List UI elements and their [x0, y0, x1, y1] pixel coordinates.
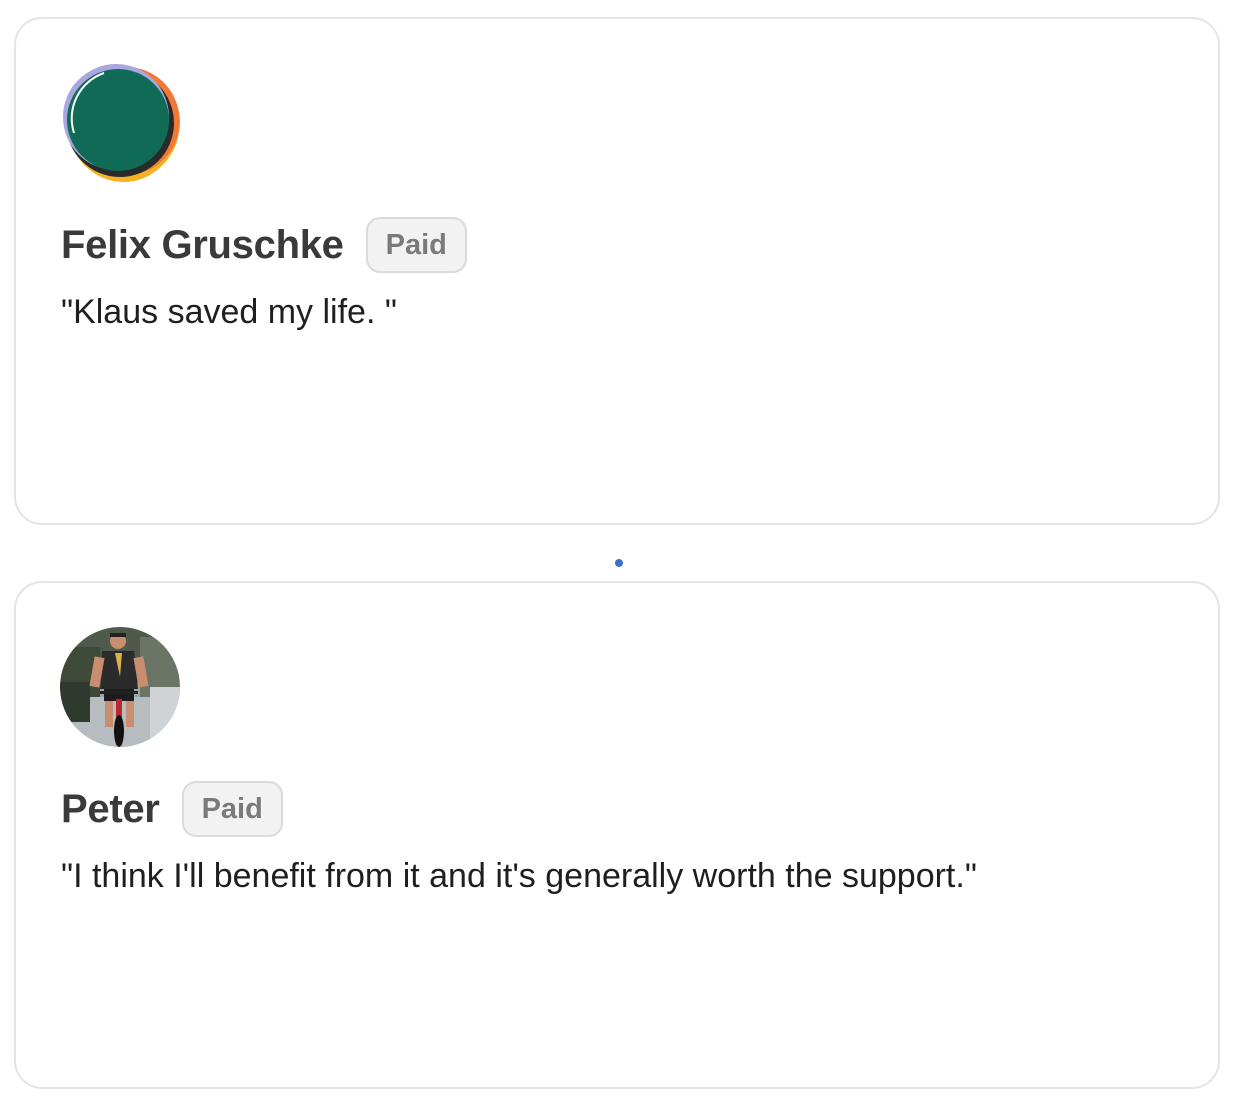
abstract-circle-avatar-icon: [60, 63, 180, 183]
author-name: Felix Gruschke: [61, 222, 344, 267]
pager-dot[interactable]: [615, 559, 623, 567]
cyclist-photo-avatar-icon: [60, 627, 180, 747]
avatar: [60, 63, 180, 183]
author-name: Peter: [61, 786, 160, 831]
paid-badge: Paid: [181, 781, 283, 837]
testimonial-quote: "Klaus saved my life. ": [61, 293, 397, 331]
paid-badge: Paid: [365, 217, 467, 273]
testimonial-quote: "I think I'll benefit from it and it's g…: [61, 857, 977, 895]
testimonial-card: Peter Paid "I think I'll benefit from it…: [14, 581, 1220, 1089]
testimonial-card: Felix Gruschke Paid "Klaus saved my life…: [14, 17, 1220, 525]
avatar: [60, 627, 180, 747]
